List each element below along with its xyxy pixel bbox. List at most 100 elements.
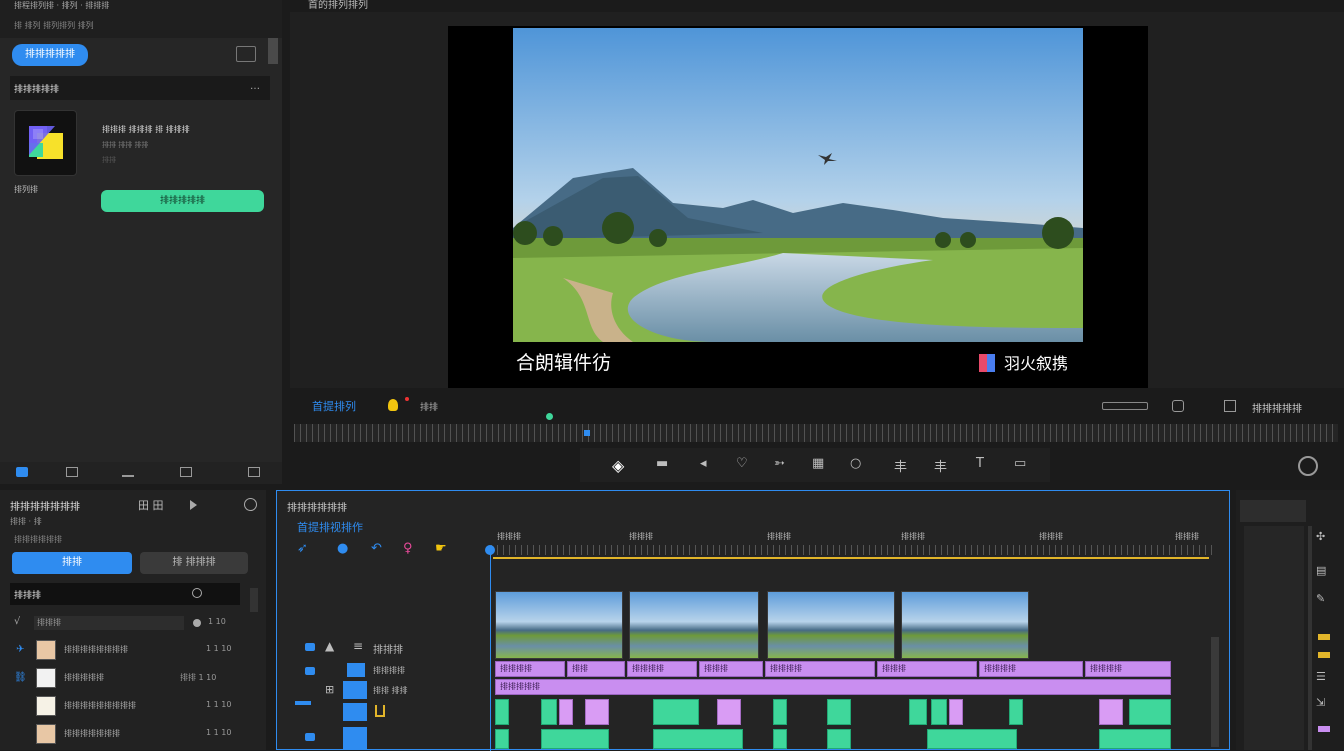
text-tab-icon[interactable] <box>122 467 134 477</box>
text-tool-icon[interactable]: T <box>976 456 984 471</box>
purple-clip[interactable]: 排排排排 <box>1085 661 1171 677</box>
export-icon[interactable] <box>1224 400 1236 412</box>
sync-icon[interactable] <box>192 588 202 598</box>
purple-long-clip[interactable]: 排排排排排 <box>495 679 1171 695</box>
pen-icon[interactable]: ✎ <box>1316 592 1325 605</box>
green-clip[interactable] <box>827 729 851 749</box>
pink-clip[interactable] <box>559 699 573 725</box>
green-clip[interactable] <box>927 729 1017 749</box>
green-clip[interactable] <box>653 699 699 725</box>
list-item[interactable]: ⛓ 排排排排排 排排 1 10 <box>0 666 262 690</box>
track-block[interactable] <box>343 727 367 749</box>
track-block[interactable] <box>343 703 367 721</box>
track-lock-icon[interactable]: ▲ <box>325 639 334 653</box>
list-icon[interactable]: ☰ <box>1316 670 1326 683</box>
green-clip[interactable] <box>931 699 947 725</box>
track-icon-b[interactable] <box>295 701 311 705</box>
green-clip[interactable] <box>541 699 557 725</box>
grid-tool-icon[interactable]: ▦ <box>812 456 824 471</box>
bulb-tool-icon[interactable]: ♀ <box>403 541 413 556</box>
pin-icon[interactable]: ✣ <box>1316 530 1325 543</box>
bulb-icon[interactable] <box>388 399 398 411</box>
purple-clip[interactable]: 排排排排 <box>979 661 1083 677</box>
library-secondary-button[interactable]: 排 排排排 <box>140 552 248 574</box>
green-clip[interactable] <box>773 699 787 725</box>
purple-clip[interactable]: 排排排 <box>699 661 763 677</box>
purple-clip[interactable]: 排排 <box>567 661 625 677</box>
effects-tab-icon[interactable] <box>180 467 192 477</box>
list-scroll[interactable] <box>250 588 258 612</box>
doc-icon[interactable]: ▤ <box>1316 564 1326 577</box>
arrow-tool-icon[interactable]: ➳ <box>774 456 785 471</box>
list-item[interactable]: 排排排排排排排排排 1 1 10 <box>0 694 262 718</box>
time-ruler[interactable]: 排排排 排排排 排排排 排排排 排排排 排排排 <box>491 531 1217 555</box>
refresh-icon[interactable] <box>1298 456 1318 476</box>
track-visibility-icon[interactable] <box>305 643 315 651</box>
more-icon[interactable]: … <box>250 81 260 92</box>
app-thumbnail[interactable] <box>14 110 77 176</box>
green-clip[interactable] <box>495 699 509 725</box>
select-tool-icon[interactable]: ◈ <box>612 456 624 475</box>
green-clip[interactable] <box>1129 699 1171 725</box>
filter-info-icon[interactable] <box>193 619 201 627</box>
purple-clip[interactable]: 排排排排 <box>627 661 697 677</box>
hand-tool-icon[interactable]: ☛ <box>435 541 447 556</box>
track-link-icon[interactable]: ⊞ <box>325 683 334 696</box>
reload-icon[interactable] <box>244 498 257 511</box>
green-clip[interactable] <box>1009 699 1023 725</box>
export-side-icon[interactable]: ⇲ <box>1316 696 1325 709</box>
hook-tool-icon[interactable]: ↶ <box>371 541 382 556</box>
align-tool-icon[interactable]: 丰 <box>894 456 907 475</box>
pink-clip[interactable] <box>1099 699 1123 725</box>
library-tab2[interactable]: 田 田 <box>138 497 164 513</box>
caption-tool-icon[interactable]: ▭ <box>1014 456 1026 471</box>
green-clip[interactable] <box>653 729 743 749</box>
lock-icon[interactable] <box>375 705 385 717</box>
timeline-scrollbar[interactable] <box>1211 637 1219 747</box>
video-clip-thumb[interactable] <box>901 591 1029 659</box>
purple-clip[interactable]: 排排排 <box>877 661 977 677</box>
folder-tool-icon[interactable]: ▬ <box>656 456 668 471</box>
bird-tool-icon[interactable]: ➶ <box>297 541 308 556</box>
purple-clip[interactable]: 排排排排 <box>495 661 565 677</box>
media-tab-icon[interactable] <box>16 467 28 477</box>
list-item[interactable]: 排排排排排排排 1 1 10 <box>0 722 262 746</box>
track-icon-c[interactable] <box>305 733 315 741</box>
pink-clip[interactable] <box>585 699 609 725</box>
filter-input[interactable]: 排排排 <box>34 616 184 630</box>
scrollbar[interactable] <box>268 38 278 64</box>
crop-icon[interactable] <box>1172 400 1184 412</box>
green-clip[interactable] <box>1099 729 1171 749</box>
import-icon[interactable] <box>236 46 256 62</box>
pink-clip[interactable] <box>949 699 963 725</box>
favorite-tool-icon[interactable]: ♡ <box>736 456 748 471</box>
library-primary-button[interactable]: 排排 <box>12 552 132 574</box>
track-icon-a[interactable] <box>305 667 315 675</box>
green-clip[interactable] <box>773 729 787 749</box>
preview-ruler[interactable] <box>294 424 1338 442</box>
purple-clip[interactable]: 排排排排 <box>765 661 875 677</box>
green-clip[interactable] <box>827 699 851 725</box>
right-strip-scroll[interactable] <box>1308 526 1312 750</box>
import-button[interactable]: 排排排排排 <box>12 44 88 66</box>
audio-tab-icon[interactable] <box>66 467 78 477</box>
green-clip[interactable] <box>541 729 609 749</box>
video-clip-thumb[interactable] <box>495 591 623 659</box>
play-icon[interactable] <box>190 500 197 510</box>
track-block[interactable] <box>347 663 365 677</box>
track-block[interactable] <box>343 681 367 699</box>
apply-button[interactable]: 排排排排排 <box>101 190 264 212</box>
list-item[interactable]: ✈ 排排排排排排排排 1 1 10 <box>0 638 262 662</box>
pink-clip[interactable] <box>717 699 741 725</box>
video-clip-thumb[interactable] <box>767 591 895 659</box>
filter-check-icon[interactable]: √ <box>14 616 20 627</box>
video-clip-thumb[interactable] <box>629 591 759 659</box>
track-audio-icon[interactable]: ≡ <box>353 639 363 653</box>
green-clip[interactable] <box>909 699 927 725</box>
palette-tool-icon[interactable]: ● <box>337 541 348 556</box>
settings-tab-icon[interactable] <box>248 467 260 477</box>
split-tool-icon[interactable]: ◂ <box>700 456 707 471</box>
zoom-slider[interactable] <box>1102 402 1148 410</box>
link-tool-icon[interactable]: ○ <box>850 456 861 471</box>
yellow-range-bar[interactable] <box>493 557 1209 559</box>
